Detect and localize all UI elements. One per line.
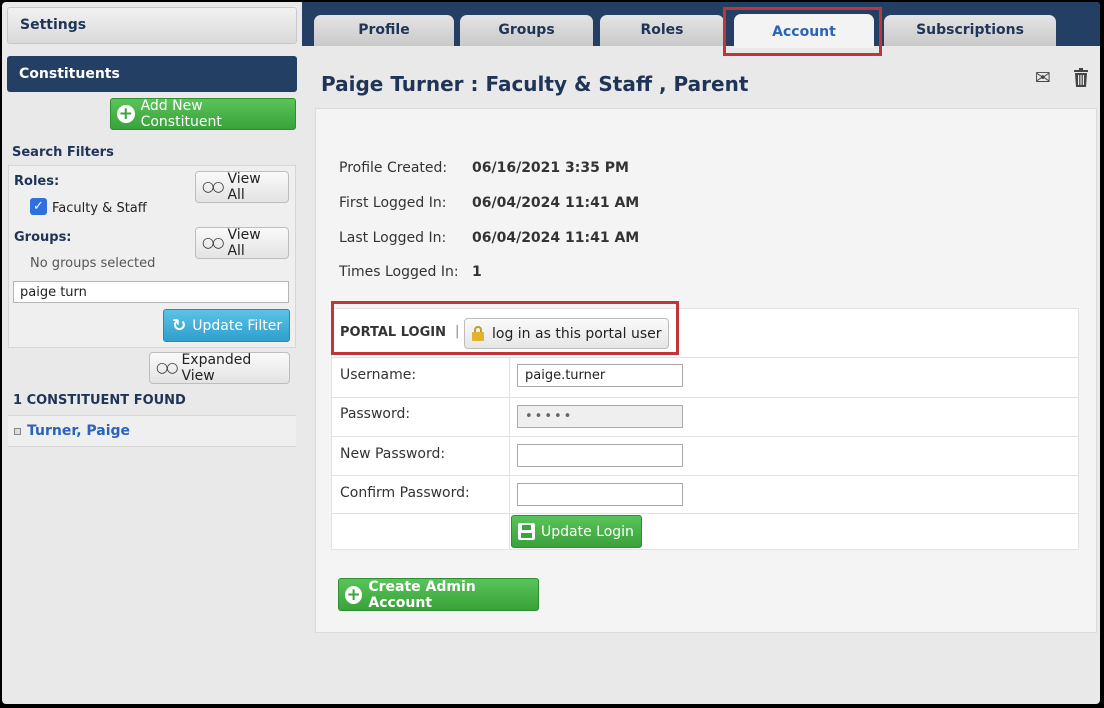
update-filter-button[interactable]: ↻ Update Filter xyxy=(163,309,290,342)
create-admin-account-button[interactable]: + Create Admin Account xyxy=(338,578,539,611)
view-all-label: View All xyxy=(227,227,261,259)
app-window: Settings Constituents + Add New Constitu… xyxy=(2,2,1100,704)
password-field: ••••• xyxy=(517,405,683,428)
row-divider xyxy=(332,513,1078,514)
expanded-view-button[interactable]: ○○ Expanded View xyxy=(149,352,290,384)
faculty-staff-label: Faculty & Staff xyxy=(52,201,147,216)
profile-created-label: Profile Created: xyxy=(339,160,448,176)
plus-circle-icon: + xyxy=(117,104,135,124)
main-content: Profile Groups Roles Account Subscriptio… xyxy=(302,2,1100,704)
constituent-count: 1 CONSTITUENT FOUND xyxy=(13,393,186,408)
first-logged-in-label: First Logged In: xyxy=(339,195,447,211)
new-password-field[interactable] xyxy=(517,444,683,467)
confirm-password-label: Confirm Password: xyxy=(340,485,470,501)
search-filters-title: Search Filters xyxy=(12,145,114,160)
last-logged-in-value: 06/04/2024 11:41 AM xyxy=(472,230,640,246)
times-logged-in-value: 1 xyxy=(472,264,482,280)
add-constituent-label: Add New Constituent xyxy=(140,98,222,130)
expand-square-icon[interactable] xyxy=(14,427,21,435)
faculty-staff-checkbox[interactable]: ✓ xyxy=(30,198,47,215)
glasses-icon: ○○ xyxy=(202,235,224,251)
settings-header[interactable]: Settings xyxy=(7,7,297,44)
plus-circle-icon: + xyxy=(345,584,363,605)
trash-icon-svg xyxy=(1074,68,1088,87)
portal-login-highlight xyxy=(331,301,679,355)
update-filter-label: Update Filter xyxy=(192,317,283,334)
tab-profile[interactable]: Profile xyxy=(314,15,454,46)
tab-roles[interactable]: Roles xyxy=(600,15,724,46)
row-divider xyxy=(332,357,1078,358)
password-label: Password: xyxy=(340,406,411,422)
constituent-search-input[interactable] xyxy=(13,281,289,303)
tab-bar: Profile Groups Roles Account Subscriptio… xyxy=(302,2,1100,48)
glasses-icon: ○○ xyxy=(156,360,178,376)
row-divider xyxy=(332,475,1078,476)
refresh-icon: ↻ xyxy=(172,315,187,336)
tab-subscriptions[interactable]: Subscriptions xyxy=(884,15,1056,46)
first-logged-in-value: 06/04/2024 11:41 AM xyxy=(472,195,640,211)
page-title: Paige Turner : Faculty & Staff , Parent xyxy=(321,72,749,96)
row-divider xyxy=(332,397,1078,398)
no-groups-text: No groups selected xyxy=(30,256,156,271)
column-divider xyxy=(509,357,510,549)
times-logged-in-label: Times Logged In: xyxy=(339,264,459,280)
view-all-label: View All xyxy=(227,171,261,203)
save-icon xyxy=(518,523,535,540)
add-constituent-button[interactable]: + Add New Constituent xyxy=(110,98,296,130)
update-login-label: Update Login xyxy=(541,523,634,540)
update-login-button[interactable]: Update Login xyxy=(511,515,642,548)
glasses-icon: ○○ xyxy=(202,179,224,195)
expanded-view-label: Expanded View xyxy=(181,352,252,384)
groups-label: Groups: xyxy=(14,230,72,245)
constituent-link[interactable]: Turner, Paige xyxy=(27,423,130,439)
create-admin-label: Create Admin Account xyxy=(368,578,476,611)
tab-groups[interactable]: Groups xyxy=(460,15,593,46)
list-item[interactable]: Turner, Paige xyxy=(8,415,296,447)
username-label: Username: xyxy=(340,367,417,383)
row-divider xyxy=(332,436,1078,437)
roles-label: Roles: xyxy=(14,174,60,189)
new-password-label: New Password: xyxy=(340,446,446,462)
sidebar: Settings Constituents + Add New Constitu… xyxy=(2,2,302,704)
view-all-groups-button[interactable]: ○○ View All xyxy=(195,227,289,259)
trash-icon[interactable] xyxy=(1073,68,1089,92)
confirm-password-field[interactable] xyxy=(517,483,683,506)
view-all-roles-button[interactable]: ○○ View All xyxy=(195,171,289,203)
account-tab-highlight xyxy=(723,7,882,56)
username-field[interactable] xyxy=(517,364,683,387)
mail-icon[interactable]: ✉ xyxy=(1035,67,1051,89)
last-logged-in-label: Last Logged In: xyxy=(339,230,447,246)
profile-created-value: 06/16/2021 3:35 PM xyxy=(472,160,629,176)
constituents-header[interactable]: Constituents xyxy=(7,56,297,92)
